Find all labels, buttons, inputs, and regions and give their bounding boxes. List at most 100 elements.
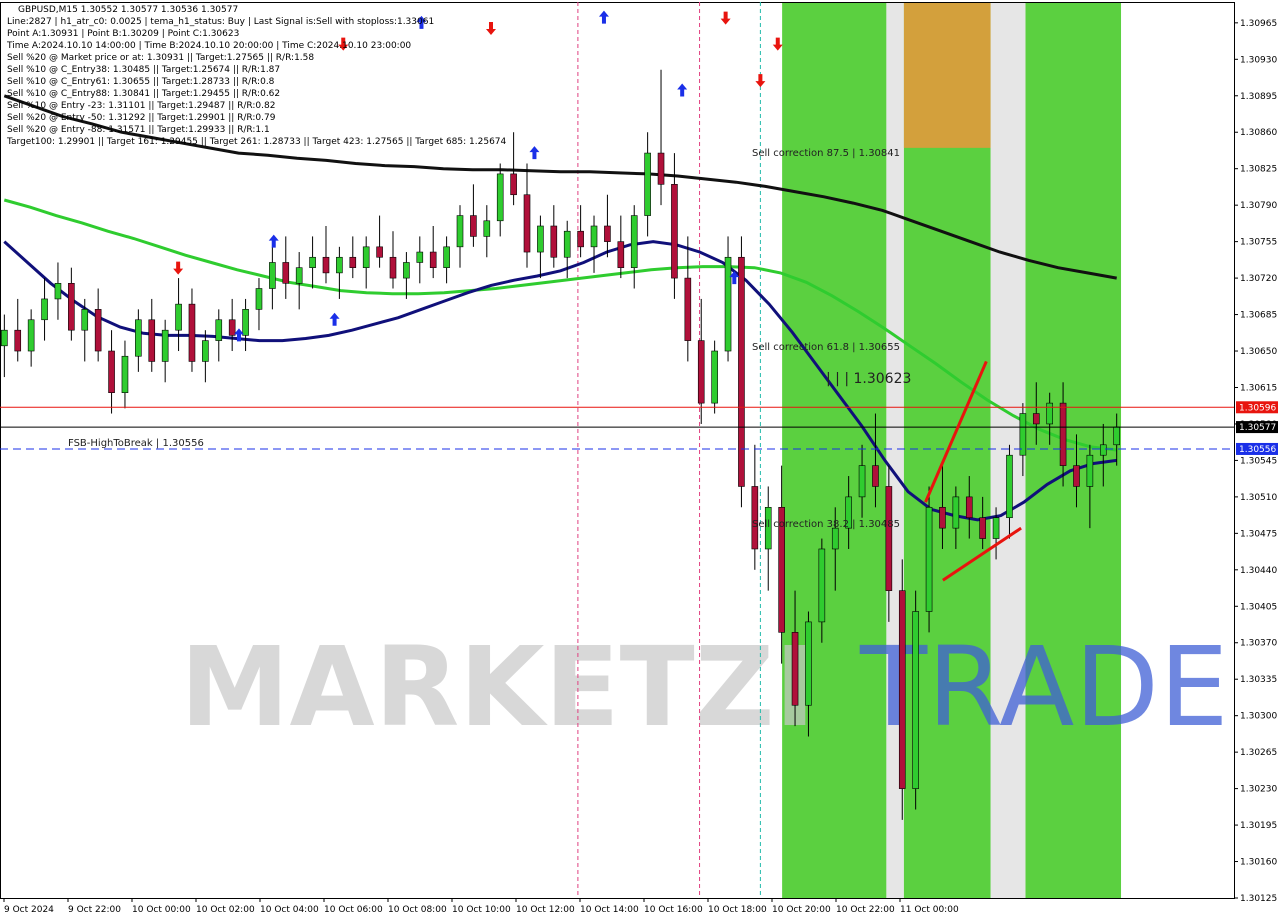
y-tick-label: 1.30475 [1240, 529, 1277, 539]
level-label: FSB-HighToBreak | 1.30556 [68, 438, 204, 449]
candle-body [349, 256, 357, 268]
candle-body [135, 319, 142, 357]
candle-body [510, 173, 517, 196]
x-tick-label: 10 Oct 00:00 [132, 905, 191, 915]
x-tick-label: 10 Oct 02:00 [196, 905, 255, 915]
y-tick-label: 1.30755 [1240, 238, 1277, 248]
sell-arrow-shape [755, 74, 766, 88]
candle-body [54, 283, 62, 300]
y-axis: 1.30965 1.30930 1.30895 1.30860 1.30825 1.307… [1234, 0, 1280, 920]
sell-arrow-shape [720, 11, 731, 25]
candle-body [1099, 444, 1107, 456]
y-tick-label: 1.30895 [1240, 92, 1277, 102]
buy-arrow-shape [529, 146, 540, 160]
x-axis: 9 Oct 2024 9 Oct 22:00 10 Oct 00:00 10 Oct … [0, 898, 1234, 920]
candle-body [912, 611, 919, 789]
x-tick-label: 10 Oct 16:00 [644, 905, 703, 915]
candle-body [952, 496, 960, 529]
candle-body [738, 256, 745, 487]
y-tick-label: 1.30370 [1240, 639, 1277, 649]
x-tick-label: 9 Oct 2024 [4, 905, 54, 915]
candle-body [242, 309, 249, 336]
candle-body [403, 262, 410, 279]
candle-body [456, 215, 464, 248]
chart-canvas: MARKETZI TRADE FSB-HighToBreak | 1.30556… [0, 0, 1280, 920]
info-line: Target100: 1.29901 || Target 161: 1.2945… [6, 137, 507, 147]
price-tag-label: 1.30556 [1239, 445, 1276, 455]
candle-body [108, 350, 115, 393]
y-tick-label: 1.30615 [1240, 383, 1277, 393]
buy-arrow-shape [268, 234, 279, 248]
info-line: Sell %10 @ C_Entry61: 1.30655 || Target:… [7, 77, 275, 87]
x-tick-label: 10 Oct 20:00 [772, 905, 831, 915]
candle-body [791, 632, 799, 706]
candle-body [590, 225, 598, 248]
y-tick-label: 1.30510 [1240, 493, 1277, 503]
candle-body [14, 329, 22, 352]
candle-body [965, 496, 973, 519]
info-line: Sell %10 @ C_Entry88: 1.30841 || Target:… [7, 89, 280, 99]
candle-body [148, 319, 156, 362]
y-tick-label: 1.30160 [1240, 858, 1277, 868]
candle-body [215, 319, 223, 341]
candle-body [550, 225, 558, 258]
candle-body [282, 262, 290, 284]
info-line: Sell %10 @ C_Entry38: 1.30485 || Target:… [7, 65, 280, 75]
info-header: GBPUSD,M15 1.30552 1.30577 1.30536 1.305… [6, 5, 507, 147]
candle-body [336, 256, 343, 274]
candle-body [684, 277, 692, 341]
candle-body [389, 256, 397, 279]
watermark-part1: MARKETZI [180, 623, 815, 751]
sell-arrow-shape [772, 37, 783, 51]
x-tick-label: 11 Oct 00:00 [900, 905, 959, 915]
info-line: Sell %10 @ Entry -23: 1.31101 || Target:… [7, 101, 275, 111]
candle-body [697, 340, 705, 404]
candle-body [925, 507, 933, 612]
candle-body [41, 298, 48, 321]
candle-body [711, 350, 718, 404]
candle-body [416, 251, 424, 263]
buy-arrow-shape [677, 83, 688, 97]
candle-body [483, 220, 491, 237]
x-tick-label: 10 Oct 14:00 [580, 905, 639, 915]
candle-body [202, 340, 209, 362]
y-tick-label: 1.30545 [1240, 456, 1277, 466]
candle-body [898, 590, 906, 789]
candle-body [858, 465, 866, 498]
y-tick-label: 1.30195 [1240, 821, 1277, 831]
candle-body [188, 303, 196, 362]
sell-arrow-icon [772, 37, 783, 51]
price-tag-label: 1.30577 [1239, 423, 1276, 433]
candle-body [81, 309, 89, 331]
candle-body [470, 215, 477, 237]
candle-body [295, 267, 303, 284]
info-line: Sell %20 @ Entry -50: 1.31292 || Target:… [7, 113, 276, 123]
buy-arrow-icon [598, 10, 609, 24]
candle-body [657, 152, 665, 185]
candle-body [269, 262, 276, 289]
candle-body [617, 241, 625, 268]
info-line: Point A:1.30931 | Point B:1.30209 | Poin… [7, 29, 239, 39]
candle-body [577, 230, 584, 248]
x-tick-label: 10 Oct 10:00 [452, 905, 511, 915]
x-tick-label: 10 Oct 06:00 [324, 905, 383, 915]
candle-body [1086, 454, 1094, 487]
y-tick-label: 1.30440 [1240, 566, 1277, 576]
candle-body [1006, 454, 1013, 519]
candle-body [563, 230, 571, 258]
info-line: Time A:2024.10.10 14:00:00 | Time B:2024… [6, 41, 411, 51]
sell-arrow-icon [720, 11, 731, 25]
buy-arrow-icon [529, 146, 540, 160]
buy-arrow-icon [677, 83, 688, 97]
candle-body [94, 309, 102, 352]
candle-body [831, 527, 839, 550]
y-tick-label: 1.30300 [1240, 712, 1277, 722]
y-tick-label: 1.30650 [1240, 347, 1277, 357]
candle-body [1046, 402, 1053, 425]
candle-body [939, 507, 946, 529]
y-tick-label: 1.30335 [1240, 675, 1277, 685]
candle-body [805, 621, 812, 706]
x-tick-label: 10 Oct 18:00 [708, 905, 767, 915]
correction-label: Sell correction 38.2 | 1.30485 [752, 519, 900, 530]
sell-arrow-icon [485, 22, 496, 36]
